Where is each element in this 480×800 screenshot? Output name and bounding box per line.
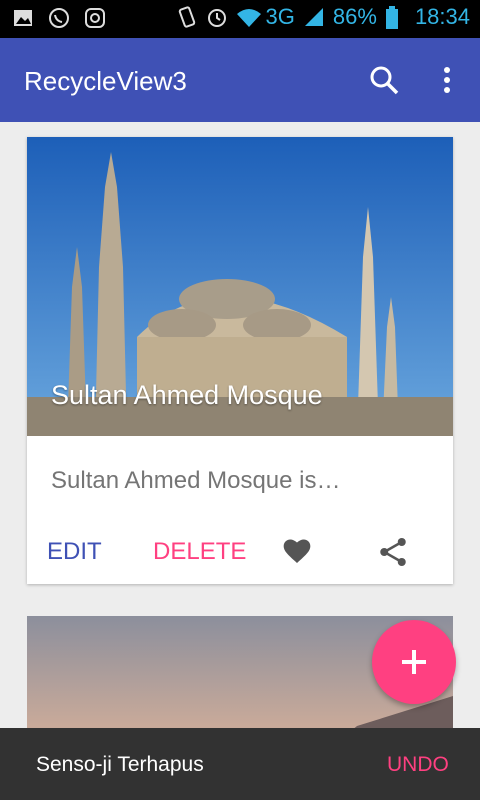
mosque-image: Sultan Ahmed Mosque (27, 137, 453, 436)
plus-icon (402, 650, 426, 674)
clock: 18:34 (414, 4, 470, 29)
edit-button[interactable]: EDIT (47, 538, 102, 566)
instagram-icon (84, 7, 106, 29)
heart-icon[interactable] (279, 535, 315, 567)
delete-button[interactable]: DELETE (153, 538, 246, 566)
card[interactable]: Sultan Ahmed Mosque Sultan Ahmed Mosque … (27, 137, 453, 584)
gallery-icon (12, 7, 34, 29)
battery-percent: 86% (332, 4, 377, 29)
card-description: Sultan Ahmed Mosque is… (51, 467, 341, 494)
snackbar-message: Senso-ji Terhapus (36, 753, 204, 776)
app-title: RecycleView3 (24, 66, 187, 96)
search-icon[interactable] (368, 64, 400, 96)
more-vert-icon[interactable] (436, 64, 458, 96)
whatsapp-icon (48, 7, 70, 29)
status-bar: 3G 86% 18:34 (0, 0, 480, 38)
app-toolbar: RecycleView3 (0, 38, 480, 122)
wifi-icon (236, 6, 261, 28)
snackbar: Senso-ji Terhapus UNDO (0, 728, 480, 800)
card-title: Sultan Ahmed Mosque (51, 380, 323, 410)
share-icon[interactable] (378, 535, 408, 569)
vibrate-icon (176, 6, 198, 28)
alarm-icon (206, 6, 228, 28)
battery-icon (385, 6, 407, 29)
signal-icon (303, 6, 325, 28)
network-type: 3G (265, 4, 295, 29)
undo-button[interactable]: UNDO (387, 753, 449, 777)
add-fab-button[interactable] (372, 620, 456, 704)
